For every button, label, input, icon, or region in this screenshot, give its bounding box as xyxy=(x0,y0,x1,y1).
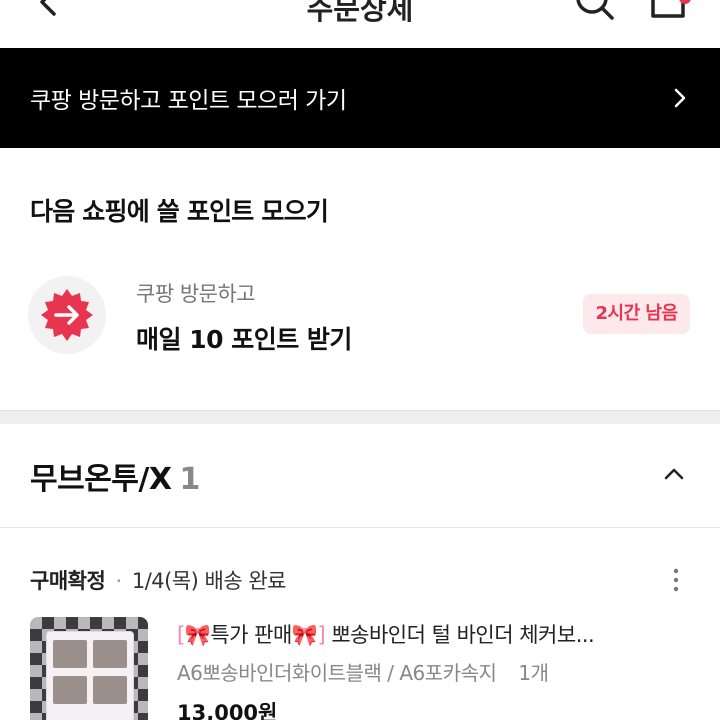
shipment-count: 1 xyxy=(179,462,201,497)
shipment-name: 무브온투/X xyxy=(30,462,172,497)
shipment-header[interactable]: 무브온투/X 1 xyxy=(0,424,720,528)
shipment-label: 무브온투/X 1 xyxy=(30,454,200,498)
search-icon[interactable] xyxy=(572,0,618,26)
time-remaining-badge: 2시간 남음 xyxy=(583,294,690,334)
cart-badge-dot xyxy=(679,0,691,4)
points-main-text: 매일 10 포인트 받기 xyxy=(136,325,352,354)
binder-page-image xyxy=(46,631,134,720)
product-name-rest: 뽀송바인더 털 바인더 체커보... xyxy=(325,623,595,647)
chevron-up-icon[interactable] xyxy=(662,464,686,484)
top-header: 주문상세 xyxy=(0,0,720,48)
bow-emoji-right: 🎀] xyxy=(291,623,326,647)
product-quantity: 1개 xyxy=(518,661,549,685)
order-status: 구매확정 xyxy=(30,569,106,593)
product-name[interactable]: [🎀특가 판매🎀] 뽀송바인더 털 바인더 체커보... xyxy=(177,619,595,649)
order-status-line: 구매확정 · 1/4(목) 배송 완료 xyxy=(30,565,287,595)
delivery-date: 1/4(목) xyxy=(131,569,199,593)
points-section: 다음 쇼핑에 쓸 포인트 모으기 쿠팡 방문하고 매일 10 포인트 받기 2시… xyxy=(0,148,720,410)
status-separator: · xyxy=(115,569,122,593)
points-heading: 다음 쇼핑에 쓸 포인트 모으기 xyxy=(30,197,329,226)
bow-emoji-left: [🎀 xyxy=(177,623,211,647)
promo-banner[interactable]: 쿠팡 방문하고 포인트 모으러 가기 xyxy=(0,48,720,148)
section-divider xyxy=(0,410,720,424)
option-text: A6뽀송바인더화이트블랙 / A6포카속지 xyxy=(177,661,497,685)
more-vertical-icon[interactable] xyxy=(668,567,684,593)
delivery-status: 배송 완료 xyxy=(204,569,287,593)
cart-icon[interactable] xyxy=(645,0,695,26)
product-name-mid: 특가 판매 xyxy=(210,623,292,647)
promo-text: 쿠팡 방문하고 포인트 모으러 가기 xyxy=(30,88,347,114)
product-price: 13,000원 xyxy=(177,701,278,720)
points-subtext: 쿠팡 방문하고 xyxy=(136,282,256,306)
arrow-right-badge-icon xyxy=(41,289,93,341)
order-item: 구매확정 · 1/4(목) 배송 완료 [🎀특가 판매🎀] 뽀송바인더 털 바인… xyxy=(0,529,720,720)
points-icon-wrap xyxy=(28,276,106,354)
product-option: A6뽀송바인더화이트블랙 / A6포카속지 1개 xyxy=(177,657,549,686)
chevron-right-icon xyxy=(674,88,686,108)
product-thumbnail[interactable] xyxy=(30,617,148,720)
